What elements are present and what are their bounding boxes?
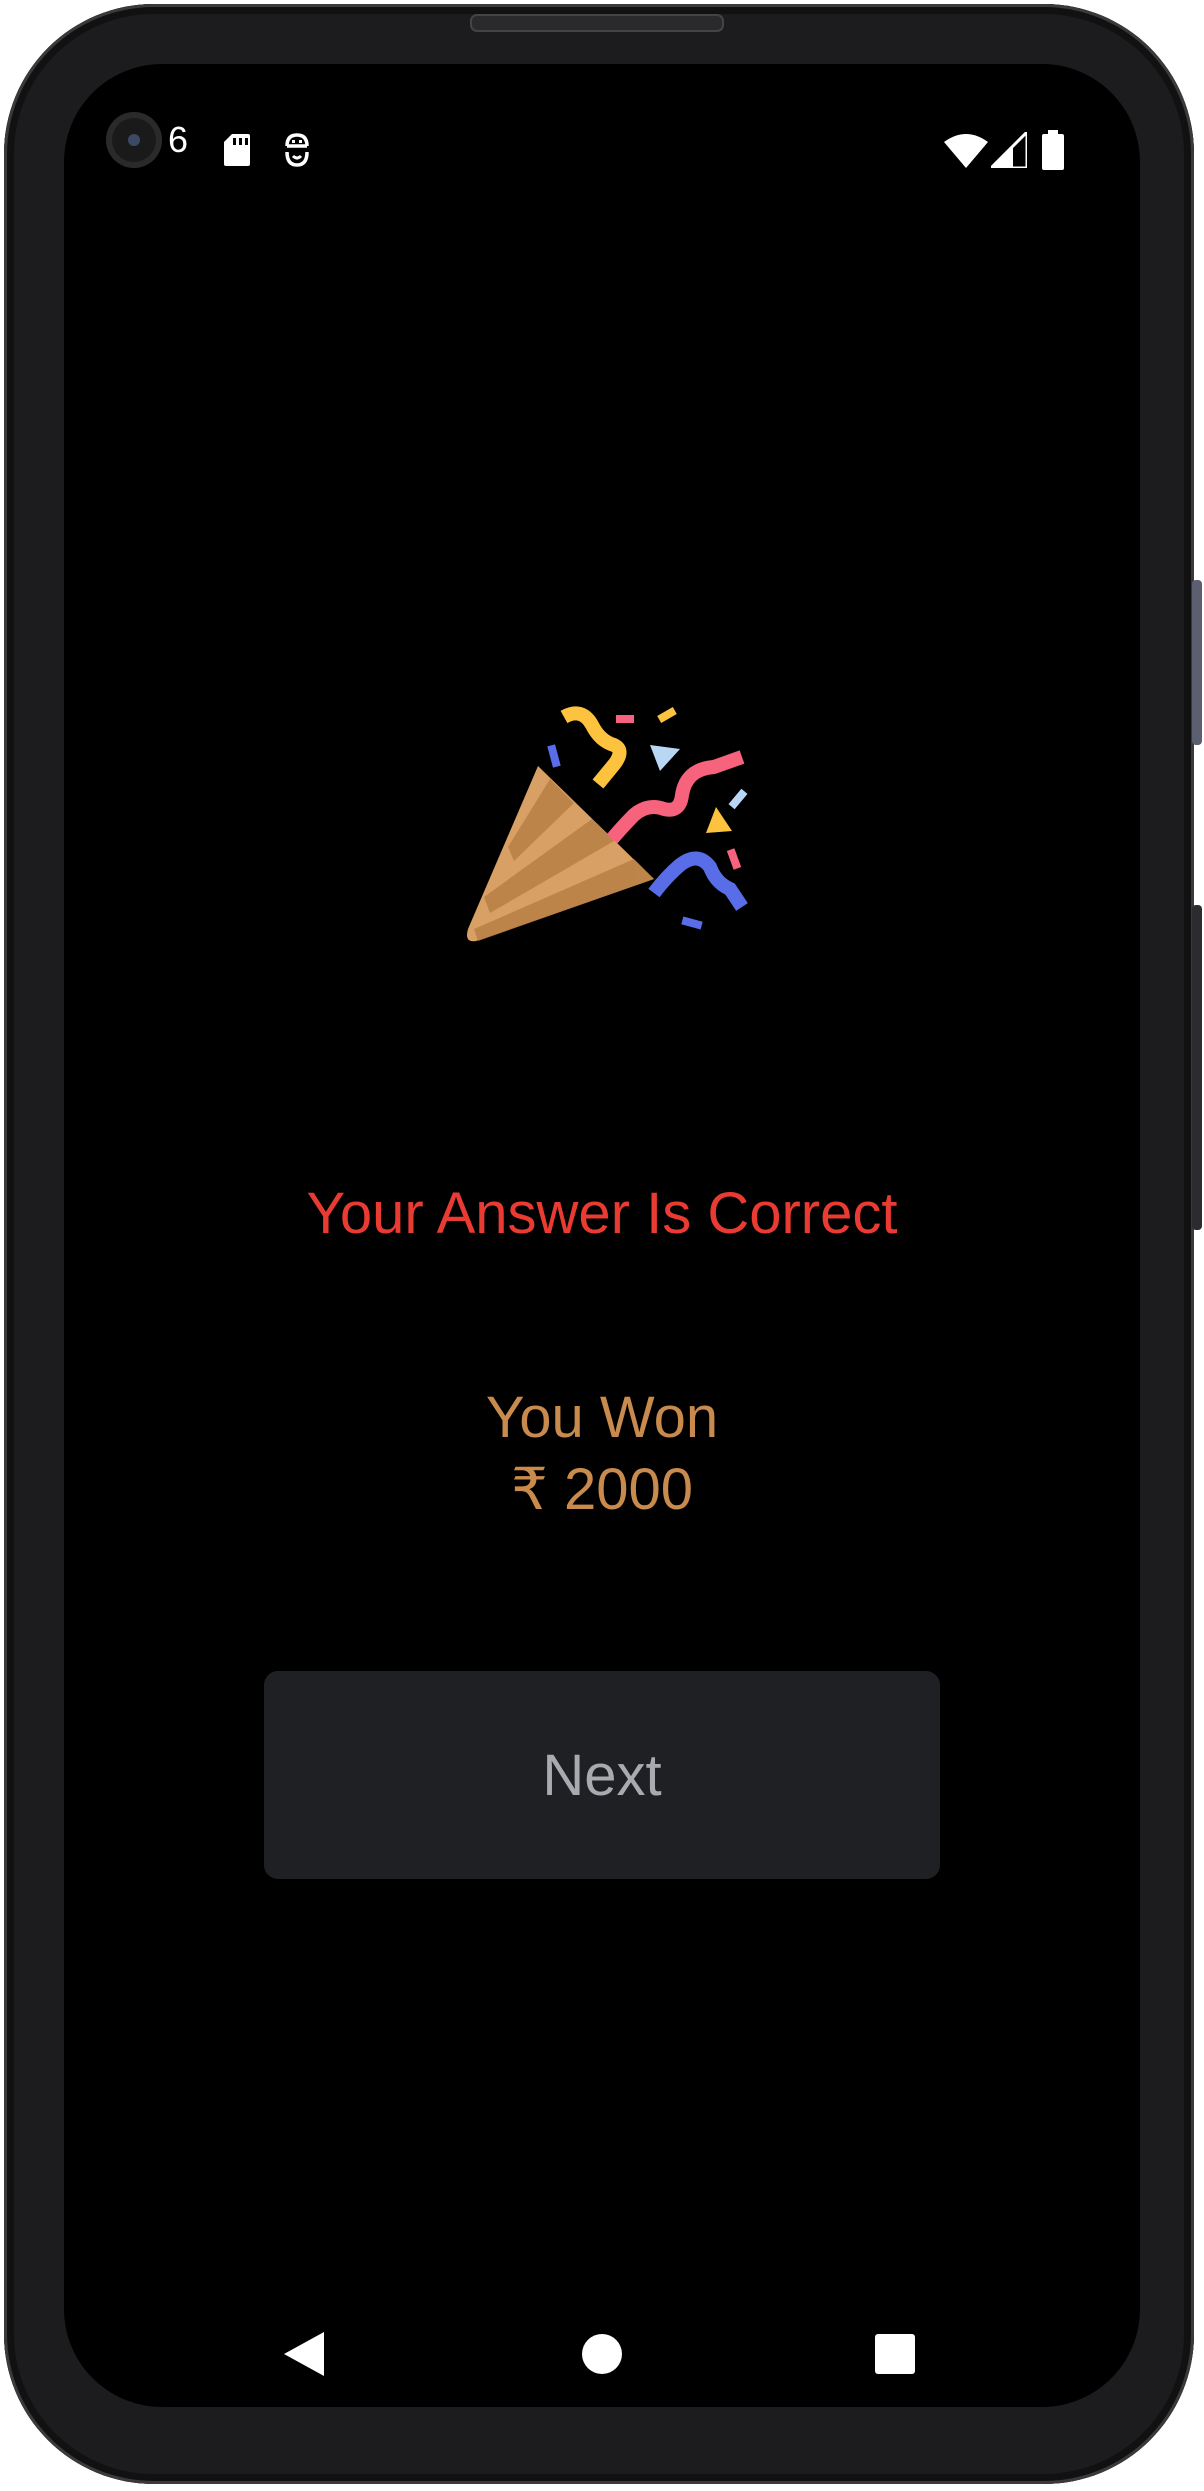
party-popper-icon bbox=[467, 706, 748, 942]
prize-amount: ₹ 2000 bbox=[510, 1457, 694, 1522]
next-button[interactable]: Next bbox=[264, 1671, 940, 1879]
power-button bbox=[1192, 905, 1202, 1230]
wifi-icon bbox=[944, 134, 988, 168]
recents-button[interactable] bbox=[845, 2304, 945, 2404]
screen: 6 Your Answer Is Correct You Won ₹ 2000 … bbox=[64, 64, 1140, 2407]
front-camera bbox=[106, 112, 162, 168]
prize-block: You Won ₹ 2000 bbox=[64, 1382, 1140, 1526]
status-bar: 6 bbox=[64, 64, 1140, 174]
back-button[interactable] bbox=[254, 2304, 354, 2404]
back-icon bbox=[284, 2332, 324, 2376]
you-won-label: You Won bbox=[485, 1385, 719, 1450]
speaker-grille bbox=[470, 14, 724, 32]
volume-button bbox=[1192, 580, 1202, 745]
result-title: Your Answer Is Correct bbox=[306, 1181, 898, 1246]
sd-card-icon bbox=[224, 134, 250, 166]
cellular-signal-icon bbox=[991, 132, 1027, 168]
home-button[interactable] bbox=[552, 2304, 652, 2404]
accessibility-icon bbox=[285, 133, 309, 167]
recents-icon bbox=[875, 2334, 915, 2374]
home-icon bbox=[582, 2334, 622, 2374]
navigation-bar bbox=[64, 2304, 1140, 2404]
battery-icon bbox=[1042, 130, 1064, 170]
status-time: 6 bbox=[168, 119, 189, 160]
